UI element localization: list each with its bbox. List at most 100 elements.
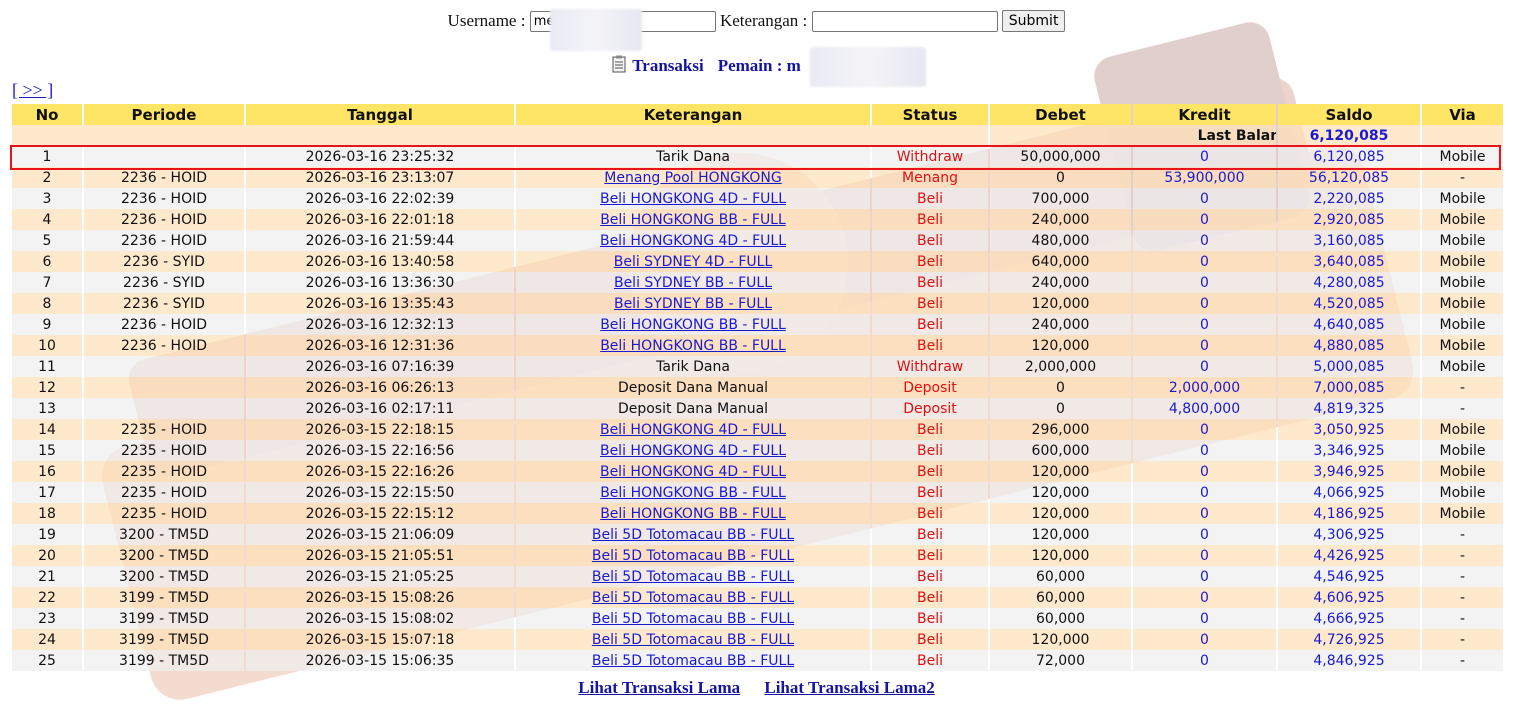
- cell-saldo: 4,306,925: [1278, 524, 1420, 545]
- cell-keterangan: Beli 5D Totomacau BB - FULL: [516, 629, 870, 650]
- keterangan-link[interactable]: Beli 5D Totomacau BB - FULL: [592, 611, 794, 627]
- cell-kredit: 0: [1133, 146, 1276, 167]
- cell-keterangan: Beli HONGKONG 4D - FULL: [516, 230, 870, 251]
- cell-debet: 120,000: [990, 545, 1131, 566]
- keterangan-link[interactable]: Beli HONGKONG BB - FULL: [600, 212, 786, 228]
- cell-status: Beli: [872, 188, 988, 209]
- keterangan-link[interactable]: Beli 5D Totomacau BB - FULL: [592, 590, 794, 606]
- cell-kredit: 0: [1133, 272, 1276, 293]
- keterangan-link[interactable]: Beli HONGKONG BB - FULL: [600, 317, 786, 333]
- cell-saldo: 4,546,925: [1278, 566, 1420, 587]
- lihat-transaksi-lama2-link[interactable]: Lihat Transaksi Lama2: [764, 678, 934, 697]
- keterangan-link[interactable]: Beli HONGKONG 4D - FULL: [600, 233, 786, 249]
- cell-tanggal: 2026-03-15 21:05:25: [246, 566, 514, 587]
- redacted-username: [550, 9, 642, 51]
- transaksi-label: Transaksi: [632, 56, 704, 75]
- keterangan-link[interactable]: Beli HONGKONG BB - FULL: [600, 506, 786, 522]
- cell-keterangan: Beli 5D Totomacau BB - FULL: [516, 566, 870, 587]
- cell-no: 13: [12, 398, 82, 419]
- keterangan-link[interactable]: Beli SYDNEY 4D - FULL: [614, 254, 773, 270]
- cell-saldo: 4,186,925: [1278, 503, 1420, 524]
- keterangan-link[interactable]: Beli 5D Totomacau BB - FULL: [592, 527, 794, 543]
- cell-keterangan: Beli 5D Totomacau BB - FULL: [516, 587, 870, 608]
- keterangan-link[interactable]: Menang Pool HONGKONG: [604, 170, 781, 186]
- table-row: 19 3200 - TM5D 2026-03-15 21:06:09 Beli 5D …: [12, 524, 1503, 545]
- cell-debet: 60,000: [990, 608, 1131, 629]
- cell-via: -: [1422, 398, 1503, 419]
- cell-status: Beli: [872, 272, 988, 293]
- redacted-player-name: [810, 47, 926, 87]
- cell-no: 18: [12, 503, 82, 524]
- cell-status: Beli: [872, 503, 988, 524]
- table-row: 23 3199 - TM5D 2026-03-15 15:08:02 Beli 5D …: [12, 608, 1503, 629]
- keterangan-link[interactable]: Beli 5D Totomacau BB - FULL: [592, 569, 794, 585]
- cell-keterangan: Tarik Dana: [516, 356, 870, 377]
- cell-via: -: [1422, 566, 1503, 587]
- keterangan-link[interactable]: Beli HONGKONG 4D - FULL: [600, 443, 786, 459]
- table-row: 24 3199 - TM5D 2026-03-15 15:07:18 Beli 5D …: [12, 629, 1503, 650]
- cell-keterangan: Beli HONGKONG BB - FULL: [516, 314, 870, 335]
- keterangan-link[interactable]: Beli HONGKONG BB - FULL: [600, 338, 786, 354]
- cell-debet: 296,000: [990, 419, 1131, 440]
- submit-button[interactable]: Submit: [1001, 10, 1066, 33]
- cell-debet: 480,000: [990, 230, 1131, 251]
- keterangan-link[interactable]: Beli 5D Totomacau BB - FULL: [592, 632, 794, 648]
- cell-saldo: 4,280,085: [1278, 272, 1420, 293]
- cell-status: Beli: [872, 314, 988, 335]
- cell-no: 8: [12, 293, 82, 314]
- cell-tanggal: 2026-03-16 07:16:39: [246, 356, 514, 377]
- cell-kredit: 0: [1133, 230, 1276, 251]
- keterangan-link[interactable]: Beli HONGKONG 4D - FULL: [600, 422, 786, 438]
- cell-via: Mobile: [1422, 440, 1503, 461]
- cell-keterangan: Beli SYDNEY 4D - FULL: [516, 251, 870, 272]
- next-page-link[interactable]: [ >> ]: [12, 80, 53, 101]
- cell-tanggal: 2026-03-16 22:02:39: [246, 188, 514, 209]
- cell-via: Mobile: [1422, 188, 1503, 209]
- cell-saldo: 4,426,925: [1278, 545, 1420, 566]
- keterangan-link[interactable]: Beli HONGKONG 4D - FULL: [600, 464, 786, 480]
- cell-no: 1: [12, 146, 82, 167]
- keterangan-link[interactable]: Beli HONGKONG BB - FULL: [600, 485, 786, 501]
- cell-tanggal: 2026-03-16 23:13:07: [246, 167, 514, 188]
- cell-kredit: 0: [1133, 587, 1276, 608]
- keterangan-link[interactable]: Beli SYDNEY BB - FULL: [614, 296, 772, 312]
- cell-tanggal: 2026-03-15 21:06:09: [246, 524, 514, 545]
- cell-debet: 2,000,000: [990, 356, 1131, 377]
- cell-keterangan: Beli HONGKONG 4D - FULL: [516, 461, 870, 482]
- cell-kredit: 0: [1133, 314, 1276, 335]
- cell-tanggal: 2026-03-15 21:05:51: [246, 545, 514, 566]
- cell-status: Beli: [872, 251, 988, 272]
- keterangan-link[interactable]: Beli 5D Totomacau BB - FULL: [592, 653, 794, 669]
- cell-no: 21: [12, 566, 82, 587]
- cell-no: 3: [12, 188, 82, 209]
- cell-debet: 120,000: [990, 461, 1131, 482]
- cell-periode: 3200 - TM5D: [84, 545, 244, 566]
- cell-saldo: 4,520,085: [1278, 293, 1420, 314]
- keterangan-link[interactable]: Beli 5D Totomacau BB - FULL: [592, 548, 794, 564]
- footer-links: Lihat Transaksi Lama Lihat Transaksi Lam…: [0, 678, 1513, 698]
- cell-saldo: 7,000,085: [1278, 377, 1420, 398]
- cell-via: -: [1422, 629, 1503, 650]
- cell-no: 5: [12, 230, 82, 251]
- lihat-transaksi-lama-link[interactable]: Lihat Transaksi Lama: [578, 678, 740, 697]
- keterangan-input[interactable]: [811, 10, 998, 32]
- cell-debet: 120,000: [990, 293, 1131, 314]
- keterangan-link[interactable]: Beli HONGKONG 4D - FULL: [600, 191, 786, 207]
- keterangan-link[interactable]: Beli SYDNEY BB - FULL: [614, 275, 772, 291]
- table-row: 9 2236 - HOID 2026-03-16 12:32:13 Beli HONG…: [12, 314, 1503, 335]
- table-row: 20 3200 - TM5D 2026-03-15 21:05:51 Beli 5D …: [12, 545, 1503, 566]
- header-keterangan: Keterangan: [516, 104, 870, 125]
- cell-via: Mobile: [1422, 230, 1503, 251]
- table-row: 14 2235 - HOID 2026-03-15 22:18:15 Beli HON…: [12, 419, 1503, 440]
- table-row: 18 2235 - HOID 2026-03-15 22:15:12 Beli HON…: [12, 503, 1503, 524]
- cell-no: 6: [12, 251, 82, 272]
- cell-status: Deposit: [872, 377, 988, 398]
- cell-tanggal: 2026-03-16 12:31:36: [246, 335, 514, 356]
- cell-periode: [84, 398, 244, 419]
- cell-periode: 3200 - TM5D: [84, 524, 244, 545]
- cell-periode: 2236 - HOID: [84, 209, 244, 230]
- transaction-table: No Periode Tanggal Keterangan Status Deb…: [10, 104, 1505, 671]
- cell-tanggal: 2026-03-15 15:07:18: [246, 629, 514, 650]
- cell-via: Mobile: [1422, 146, 1503, 167]
- cell-kredit: 4,800,000: [1133, 398, 1276, 419]
